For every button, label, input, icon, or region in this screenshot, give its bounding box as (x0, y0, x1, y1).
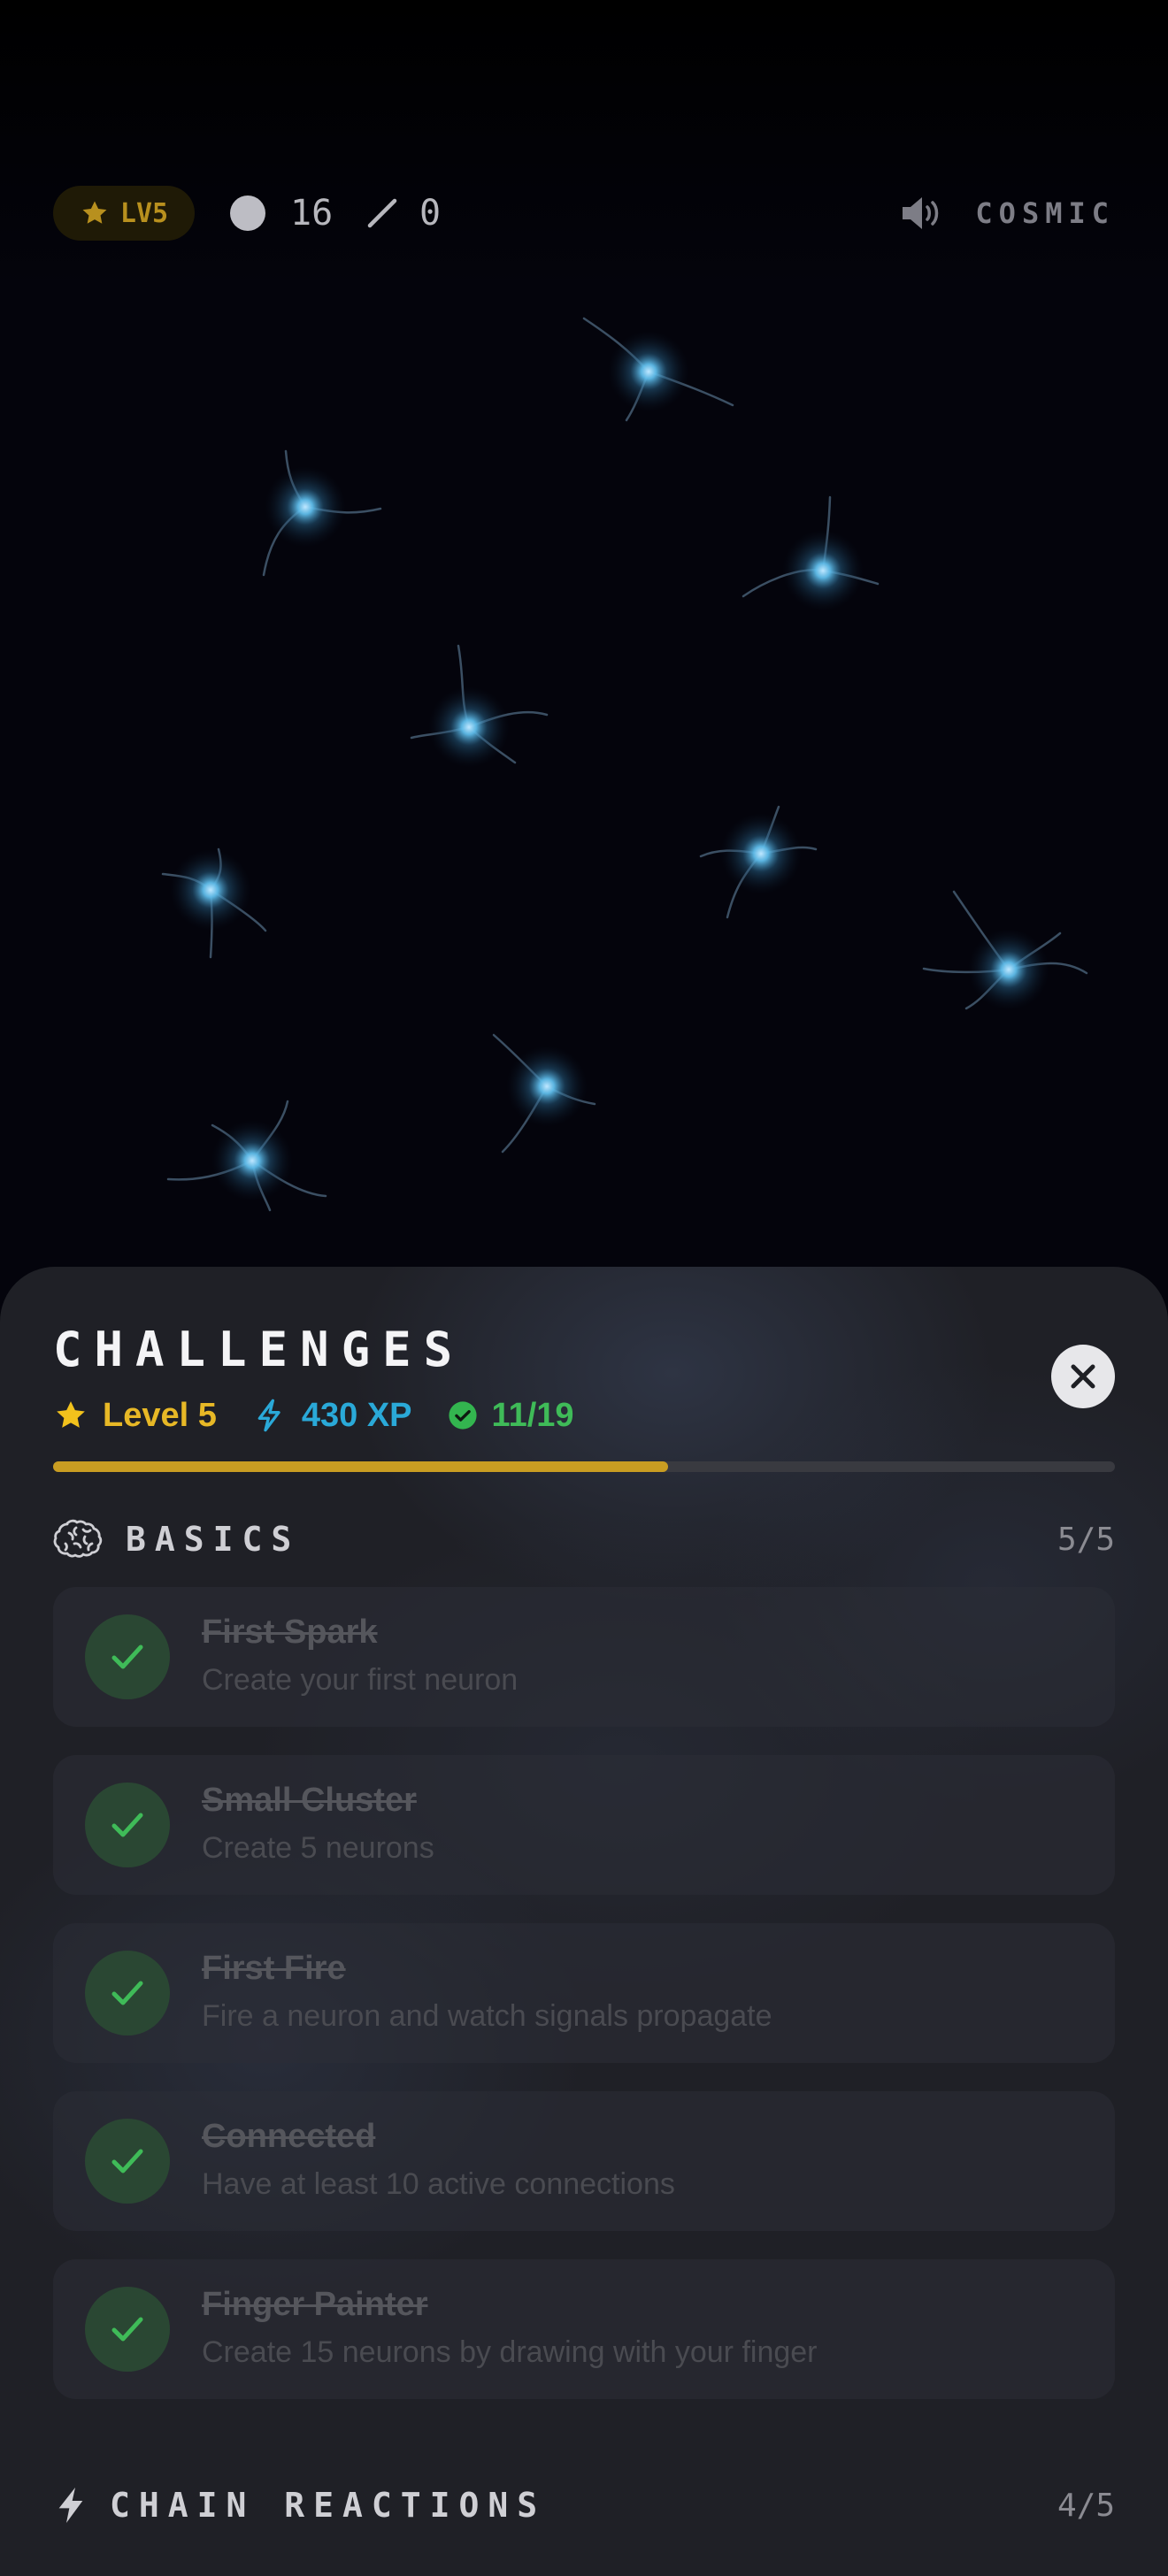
challenge-card[interactable]: Small Cluster Create 5 neurons (53, 1755, 1115, 1895)
section-basics-count: 5/5 (1057, 1521, 1115, 1558)
status-bar-area (0, 0, 1168, 292)
checkmark-icon (111, 1644, 143, 1669)
challenge-description: Create 15 neurons by drawing with your f… (202, 2335, 818, 2369)
completed-check (85, 1614, 170, 1699)
completed-check (85, 2119, 170, 2204)
level-stat: Level 5 (53, 1397, 217, 1435)
level-badge-label: LV5 (119, 197, 169, 229)
progress-bar-fill (53, 1461, 668, 1472)
neuron-counter: 16 (230, 195, 333, 232)
close-button[interactable] (1051, 1345, 1115, 1408)
challenge-title: First Spark (202, 1614, 378, 1651)
checkmark-icon (111, 2149, 143, 2174)
section-basics-header[interactable]: BASICS 5/5 (53, 1513, 1115, 1566)
challenge-description: Create your first neuron (202, 1663, 519, 1697)
xp-stat: 430 XP (252, 1397, 412, 1435)
check-circle-icon (448, 1401, 477, 1430)
challenge-title: Finger Painter (202, 2286, 428, 2323)
challenge-title: First Fire (202, 1950, 346, 1987)
bolt-icon (58, 2488, 83, 2523)
level-badge[interactable]: LV5 (53, 186, 195, 241)
challenge-card[interactable]: First Fire Fire a neuron and watch signa… (53, 1923, 1115, 2063)
challenge-description: Have at least 10 active connections (202, 2167, 675, 2201)
stats-row: Level 5 430 XP 11/19 (53, 1389, 610, 1442)
sheet-title: CHALLENGES (53, 1322, 465, 1377)
star-icon (82, 201, 107, 224)
speaker-icon[interactable] (899, 193, 943, 234)
completion-stat: 11/19 (448, 1397, 574, 1435)
challenge-card[interactable]: Finger Painter Create 15 neurons by draw… (53, 2259, 1115, 2399)
challenge-title: Small Cluster (202, 1782, 417, 1819)
level-stat-label: Level 5 (103, 1396, 217, 1434)
theme-toggle[interactable]: COSMIC (975, 196, 1115, 230)
connection-counter: 0 (365, 195, 441, 232)
completion-stat-label: 11/19 (491, 1396, 574, 1434)
neuron-count-value: 16 (290, 193, 334, 234)
xp-stat-label: 430 XP (301, 1396, 412, 1434)
challenge-title: Connected (202, 2118, 376, 2155)
checkmark-icon (111, 1981, 143, 2005)
completed-check (85, 2287, 170, 2372)
progress-bar (53, 1461, 1115, 1472)
section-chain-reactions-header[interactable]: CHAIN REACTIONS 4/5 (53, 2479, 1115, 2532)
close-icon (1071, 1364, 1095, 1389)
challenge-card[interactable]: First Spark Create your first neuron (53, 1587, 1115, 1727)
challenge-description: Create 5 neurons (202, 1831, 434, 1865)
brain-icon (53, 1519, 103, 1558)
completed-check (85, 1951, 170, 2036)
checkmark-icon (111, 2317, 143, 2342)
completed-check (85, 1782, 170, 1867)
neuron-dot-icon (230, 196, 265, 231)
star-icon (57, 1401, 85, 1428)
connection-count-value: 0 (419, 193, 442, 234)
challenge-description: Fire a neuron and watch signals propagat… (202, 1999, 772, 2033)
neuron-canvas[interactable] (0, 265, 1168, 1256)
checkmark-icon (111, 1813, 143, 1837)
section-basics-title: BASICS (126, 1520, 301, 1559)
hud-bar: LV5 16 0 COSMIC (53, 186, 1115, 242)
section-chain-reactions-count: 4/5 (1057, 2487, 1115, 2524)
bolt-icon (257, 1399, 280, 1432)
connection-slash-icon (367, 198, 397, 228)
challenge-card[interactable]: Connected Have at least 10 active connec… (53, 2091, 1115, 2231)
challenges-sheet: CHALLENGES Level 5 430 XP 11/19 BASICS 5… (0, 1267, 1168, 2576)
section-chain-reactions-title: CHAIN REACTIONS (110, 2486, 547, 2525)
